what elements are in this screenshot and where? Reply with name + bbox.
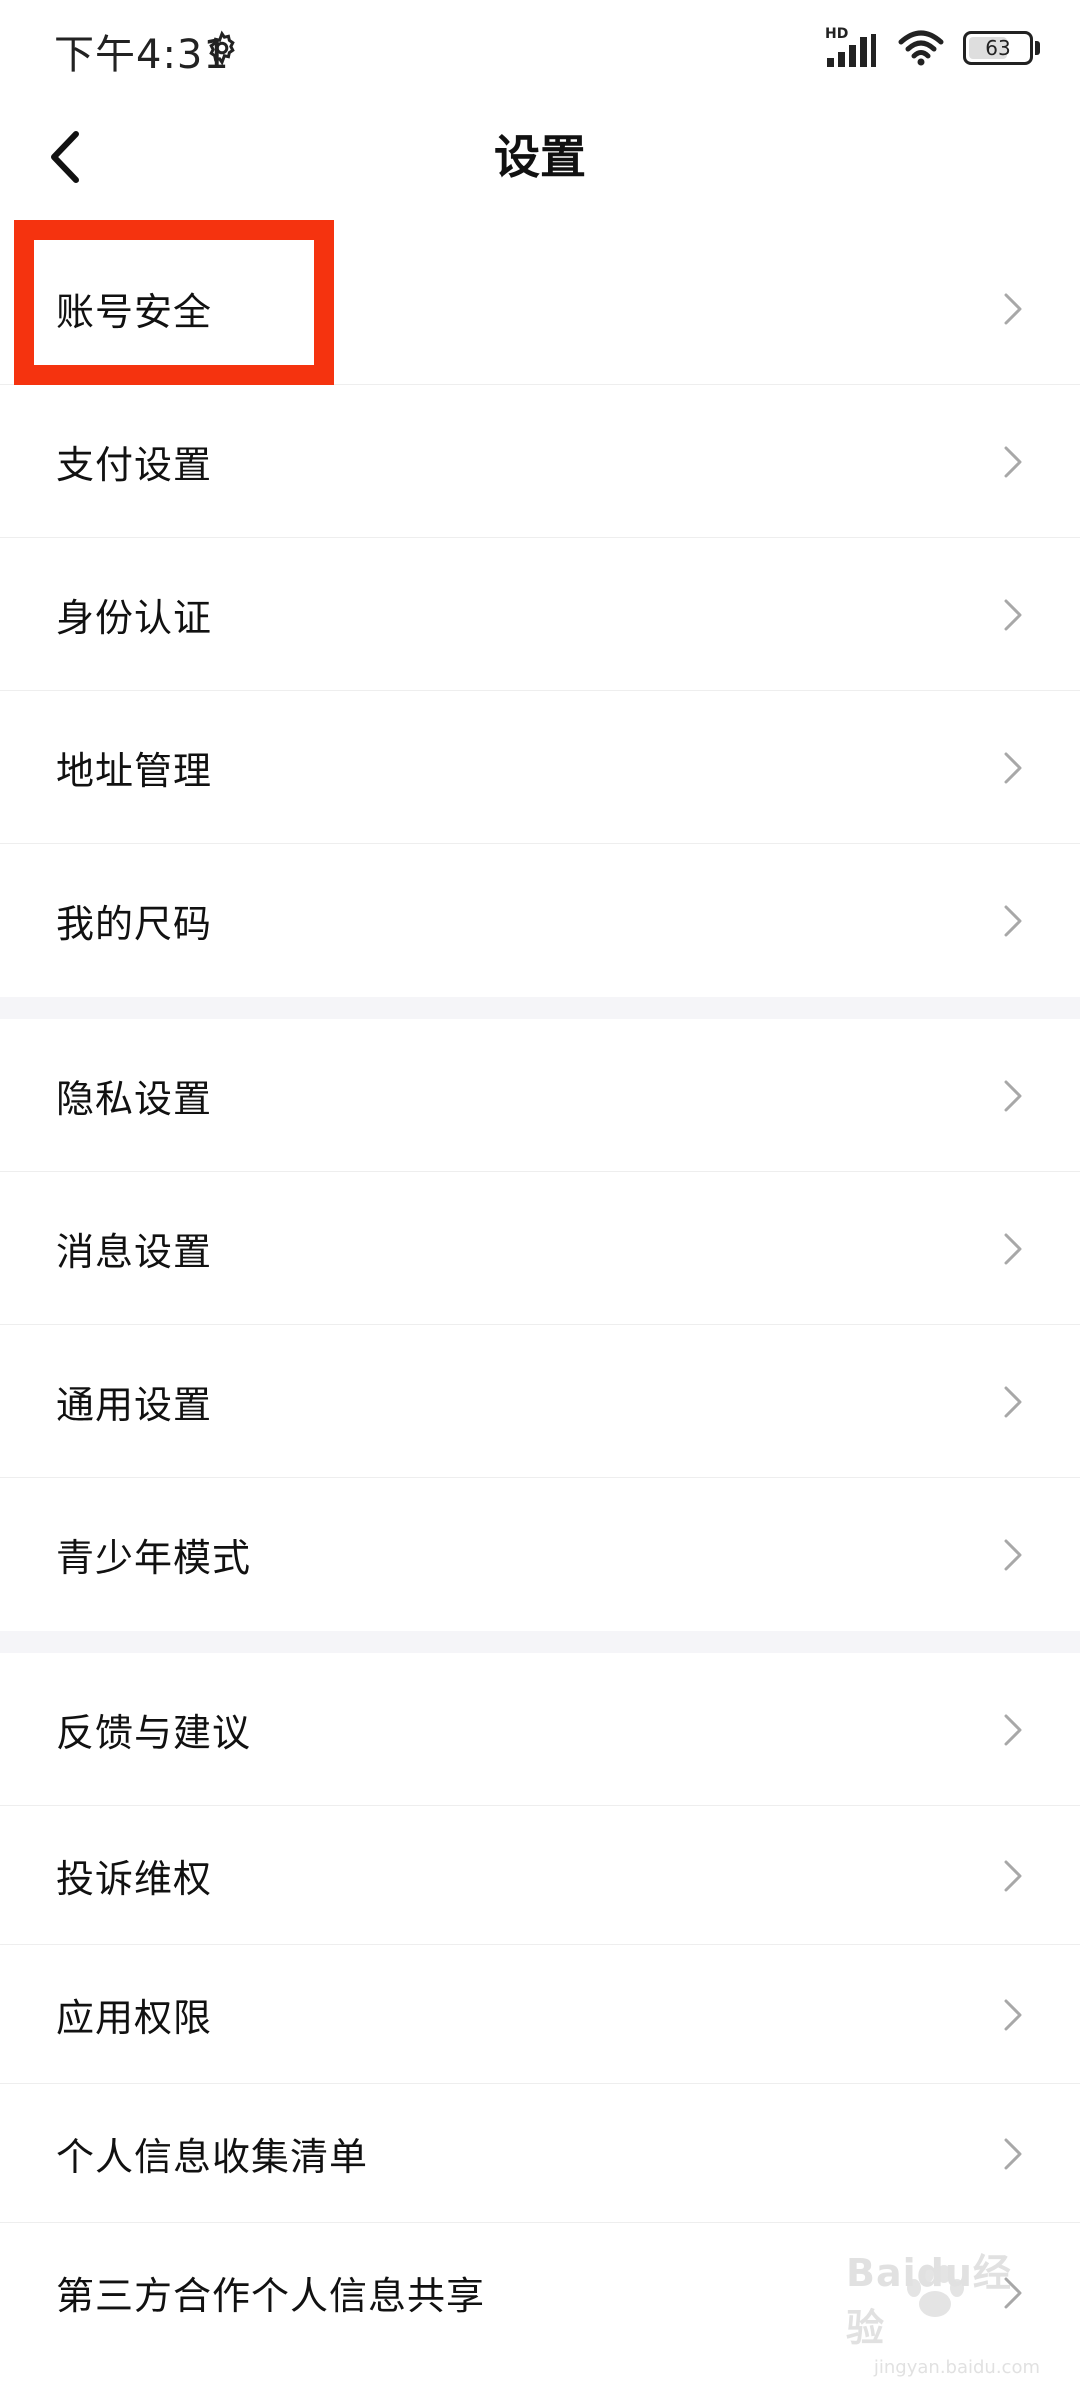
watermark-url: jingyan.baidu.com: [873, 2357, 1040, 2378]
chevron-right-icon: [1004, 905, 1022, 936]
settings-item-app-permissions[interactable]: 应用权限: [0, 1945, 1080, 2084]
settings-list: 账号安全 支付设置 身份认证 地址管理 我的尺码 隐私设置 消息设置 通用设置 …: [0, 232, 1080, 2362]
nav-header: 设置: [0, 96, 1080, 218]
settings-item-privacy[interactable]: 隐私设置: [0, 1019, 1080, 1172]
chevron-right-icon: [1004, 752, 1022, 783]
baidu-watermark: Baidu经验 jingyan.baidu.com: [846, 2251, 1046, 2378]
settings-item-label: 应用权限: [56, 1996, 213, 2040]
battery-tip: [1035, 41, 1040, 55]
settings-item-label: 通用设置: [56, 1383, 213, 1427]
chevron-right-icon: [1004, 1714, 1022, 1745]
settings-item-payment[interactable]: 支付设置: [0, 385, 1080, 538]
chevron-right-icon: [1004, 599, 1022, 630]
settings-item-label: 第三方合作个人信息共享: [56, 2274, 486, 2318]
wifi-icon: [898, 30, 944, 66]
settings-item-label: 身份认证: [56, 596, 213, 640]
settings-item-label: 反馈与建议: [56, 1711, 252, 1755]
group-separator: [0, 1631, 1080, 1653]
chevron-right-icon: [1004, 446, 1022, 477]
settings-item-account-security[interactable]: 账号安全: [0, 232, 1080, 385]
settings-item-my-size[interactable]: 我的尺码: [0, 844, 1080, 997]
settings-item-label: 消息设置: [56, 1230, 213, 1274]
status-bar: 下午4:31 HD 63: [0, 0, 1080, 96]
group-separator: [0, 997, 1080, 1019]
settings-item-teen-mode[interactable]: 青少年模式: [0, 1478, 1080, 1631]
page-title: 设置: [494, 130, 586, 184]
battery-icon: 63: [963, 31, 1033, 65]
chevron-right-icon: [1004, 1860, 1022, 1891]
cell-signal: HD: [825, 26, 881, 70]
chevron-right-icon: [1004, 1233, 1022, 1264]
settings-gear-icon: [209, 30, 235, 66]
settings-item-label: 投诉维权: [56, 1857, 213, 1901]
settings-item-label: 支付设置: [56, 443, 213, 487]
settings-item-label: 账号安全: [56, 290, 213, 334]
settings-item-label: 隐私设置: [56, 1077, 213, 1121]
settings-item-info-collection[interactable]: 个人信息收集清单: [0, 2084, 1080, 2223]
chevron-right-icon: [1004, 293, 1022, 324]
signal-bars-icon: [827, 34, 876, 67]
settings-item-identity[interactable]: 身份认证: [0, 538, 1080, 691]
settings-item-complaint[interactable]: 投诉维权: [0, 1806, 1080, 1945]
settings-item-general[interactable]: 通用设置: [0, 1325, 1080, 1478]
watermark-text: Baidu经验: [846, 2251, 1012, 2350]
settings-item-label: 地址管理: [56, 749, 213, 793]
settings-item-label: 青少年模式: [56, 1536, 252, 1580]
battery-level: 63: [985, 36, 1011, 60]
status-indicators: HD 63: [825, 26, 1040, 70]
settings-item-feedback[interactable]: 反馈与建议: [0, 1653, 1080, 1806]
settings-item-label: 个人信息收集清单: [56, 2135, 369, 2179]
chevron-right-icon: [1004, 1539, 1022, 1570]
chevron-right-icon: [1004, 1386, 1022, 1417]
chevron-right-icon: [1004, 2138, 1022, 2169]
settings-item-address[interactable]: 地址管理: [0, 691, 1080, 844]
chevron-right-icon: [1004, 1080, 1022, 1111]
settings-item-label: 我的尺码: [56, 902, 213, 946]
settings-item-messages[interactable]: 消息设置: [0, 1172, 1080, 1325]
chevron-right-icon: [1004, 1999, 1022, 2030]
